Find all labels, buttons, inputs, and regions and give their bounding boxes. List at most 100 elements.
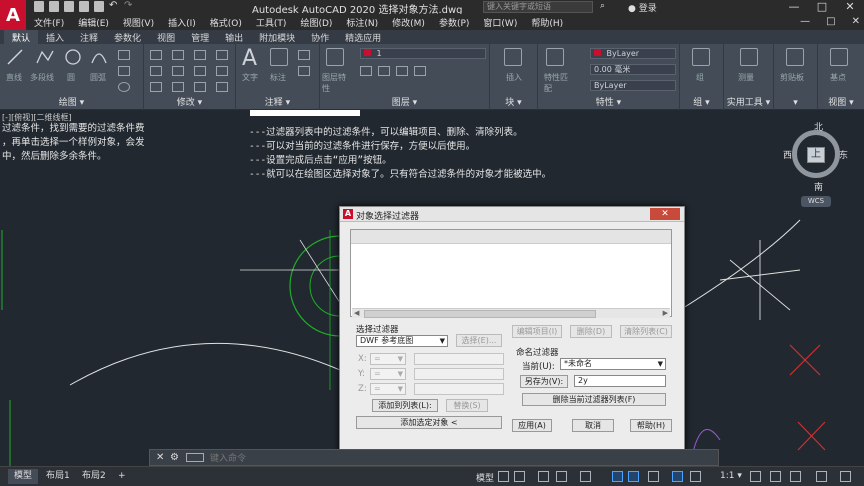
panel-block-title[interactable]: 块 ▾ <box>490 95 537 108</box>
save-icon[interactable] <box>64 1 74 12</box>
ellipse-icon[interactable] <box>118 82 130 92</box>
minimize-button[interactable]: — <box>780 0 808 13</box>
panel-groups-title[interactable]: 组 ▾ <box>680 95 723 108</box>
add-layout-button[interactable]: + <box>112 469 132 484</box>
add-to-list-button[interactable]: 添加到列表(L): <box>372 399 438 412</box>
annotation-scale[interactable]: 1:1 ▾ <box>720 471 742 481</box>
apply-button[interactable]: 应用(A) <box>512 419 552 432</box>
layout-tab-layout1[interactable]: 布局1 <box>40 469 76 484</box>
menu-edit[interactable]: 编辑(E) <box>78 16 109 29</box>
tab-default[interactable]: 默认 <box>4 30 39 44</box>
z-operator-select[interactable]: = ▼ <box>370 383 406 395</box>
panel-properties-title[interactable]: 特性 ▾ <box>538 95 679 108</box>
menu-file[interactable]: 文件(F) <box>34 16 64 29</box>
ortho-icon[interactable] <box>538 471 549 482</box>
y-value-field[interactable] <box>414 368 504 380</box>
lineweight-dropdown[interactable]: 0.00 毫米 <box>590 64 676 75</box>
redo-icon[interactable]: ↷ <box>124 1 134 12</box>
doc-restore-button[interactable]: □ <box>826 16 835 27</box>
viewcube-east[interactable]: 东 <box>839 148 848 161</box>
menu-draw[interactable]: 绘图(D) <box>300 16 332 29</box>
wrench-icon[interactable]: ⚙ <box>170 452 179 463</box>
mirror-icon[interactable] <box>172 66 184 76</box>
color-dropdown[interactable]: ByLayer <box>590 48 676 59</box>
maximize-button[interactable]: □ <box>808 0 836 13</box>
plot-icon[interactable] <box>94 1 104 12</box>
tab-output[interactable]: 输出 <box>217 30 251 44</box>
close-button[interactable]: ✕ <box>836 0 864 13</box>
delete-current-filter-list-button[interactable]: 删除当前过滤器列表(F) <box>522 393 666 406</box>
layer-dropdown[interactable]: 1 <box>360 48 486 59</box>
save-as-name-input[interactable]: 2y <box>574 375 666 387</box>
filter-list[interactable] <box>350 229 672 317</box>
panel-view-title[interactable]: 视图 ▾ <box>818 95 864 108</box>
trim-icon[interactable] <box>194 50 206 60</box>
select-filter-dropdown[interactable]: DWF 参考底图 ▼ <box>356 335 448 347</box>
hatch-icon[interactable] <box>118 66 130 76</box>
dialog-title-bar[interactable]: A 对象选择过滤器 ✕ <box>340 207 684 222</box>
move-icon[interactable] <box>150 50 162 60</box>
gear-icon[interactable] <box>750 471 761 482</box>
menu-tools[interactable]: 工具(T) <box>256 16 287 29</box>
grid-icon[interactable] <box>498 471 509 482</box>
leader-icon[interactable] <box>298 50 310 60</box>
layer-tool-4-icon[interactable] <box>414 66 426 76</box>
menu-window[interactable]: 窗口(W) <box>483 16 517 29</box>
scale-icon[interactable] <box>172 82 184 92</box>
hardware-acceleration-icon[interactable] <box>816 471 827 482</box>
object-snap-tracking-icon[interactable] <box>612 471 623 482</box>
object-snap-icon[interactable] <box>628 471 639 482</box>
tab-featured-apps[interactable]: 精选应用 <box>337 30 389 44</box>
save-as-icon[interactable] <box>79 1 89 12</box>
rectangle-icon[interactable] <box>118 50 130 60</box>
replace-button[interactable]: 替换(S) <box>446 399 488 412</box>
doc-minimize-button[interactable]: — <box>800 16 810 27</box>
filter-list-hscrollbar[interactable]: ◀ ▶ <box>352 308 670 318</box>
layer-tool-3-icon[interactable] <box>396 66 408 76</box>
y-operator-select[interactable]: = ▼ <box>370 368 406 380</box>
menu-parametric[interactable]: 参数(P) <box>439 16 469 29</box>
viewcube-south[interactable]: 南 <box>814 180 823 193</box>
layout-tab-layout2[interactable]: 布局2 <box>76 469 112 484</box>
viewcube[interactable]: 北 上 西 东 南 <box>783 120 848 193</box>
polar-icon[interactable] <box>556 471 567 482</box>
wcs-menu[interactable]: WCS <box>801 196 831 207</box>
help-button[interactable]: 帮助(H) <box>630 419 672 432</box>
viewcube-west[interactable]: 西 <box>783 148 792 161</box>
match-properties-icon[interactable] <box>546 48 564 66</box>
dialog-close-button[interactable]: ✕ <box>650 208 680 220</box>
clipboard-icon[interactable] <box>786 48 804 66</box>
panel-modify-title[interactable]: 修改 ▾ <box>144 95 235 108</box>
lineweight-icon[interactable] <box>648 471 659 482</box>
line-icon[interactable] <box>6 48 24 66</box>
menu-view[interactable]: 视图(V) <box>123 16 154 29</box>
explode-icon[interactable] <box>216 66 228 76</box>
edit-item-button[interactable]: 编辑项目(I) <box>512 325 562 338</box>
scroll-thumb[interactable] <box>364 310 596 318</box>
array-icon[interactable] <box>194 82 206 92</box>
filter-list-selected-row[interactable] <box>351 230 671 244</box>
auto-scale-icon[interactable] <box>690 471 701 482</box>
tab-insert[interactable]: 插入 <box>38 30 72 44</box>
layer-tool-1-icon[interactable] <box>360 66 372 76</box>
erase-icon[interactable] <box>216 50 228 60</box>
viewcube-top-face[interactable]: 上 <box>807 147 825 163</box>
polyline-icon[interactable] <box>36 48 54 66</box>
panel-annotation-title[interactable]: 注释 ▾ <box>236 95 319 108</box>
scroll-left-icon[interactable]: ◀ <box>354 309 359 317</box>
undo-icon[interactable]: ↶ <box>109 1 119 12</box>
copy-icon[interactable] <box>150 66 162 76</box>
offset-icon[interactable] <box>216 82 228 92</box>
x-operator-select[interactable]: = ▼ <box>370 353 406 365</box>
select-button[interactable]: 选择(E)... <box>456 334 502 347</box>
linetype-dropdown[interactable]: ByLayer <box>590 80 676 91</box>
x-value-field[interactable] <box>414 353 504 365</box>
snap-icon[interactable] <box>514 471 525 482</box>
tab-collaborate[interactable]: 协作 <box>303 30 337 44</box>
layer-tool-2-icon[interactable] <box>378 66 390 76</box>
menu-format[interactable]: 格式(O) <box>210 16 242 29</box>
plus-icon[interactable] <box>770 471 781 482</box>
layer-properties-icon[interactable] <box>326 48 344 66</box>
current-filter-dropdown[interactable]: *未命名 ▼ <box>560 358 666 370</box>
isodraft-icon[interactable] <box>580 471 591 482</box>
